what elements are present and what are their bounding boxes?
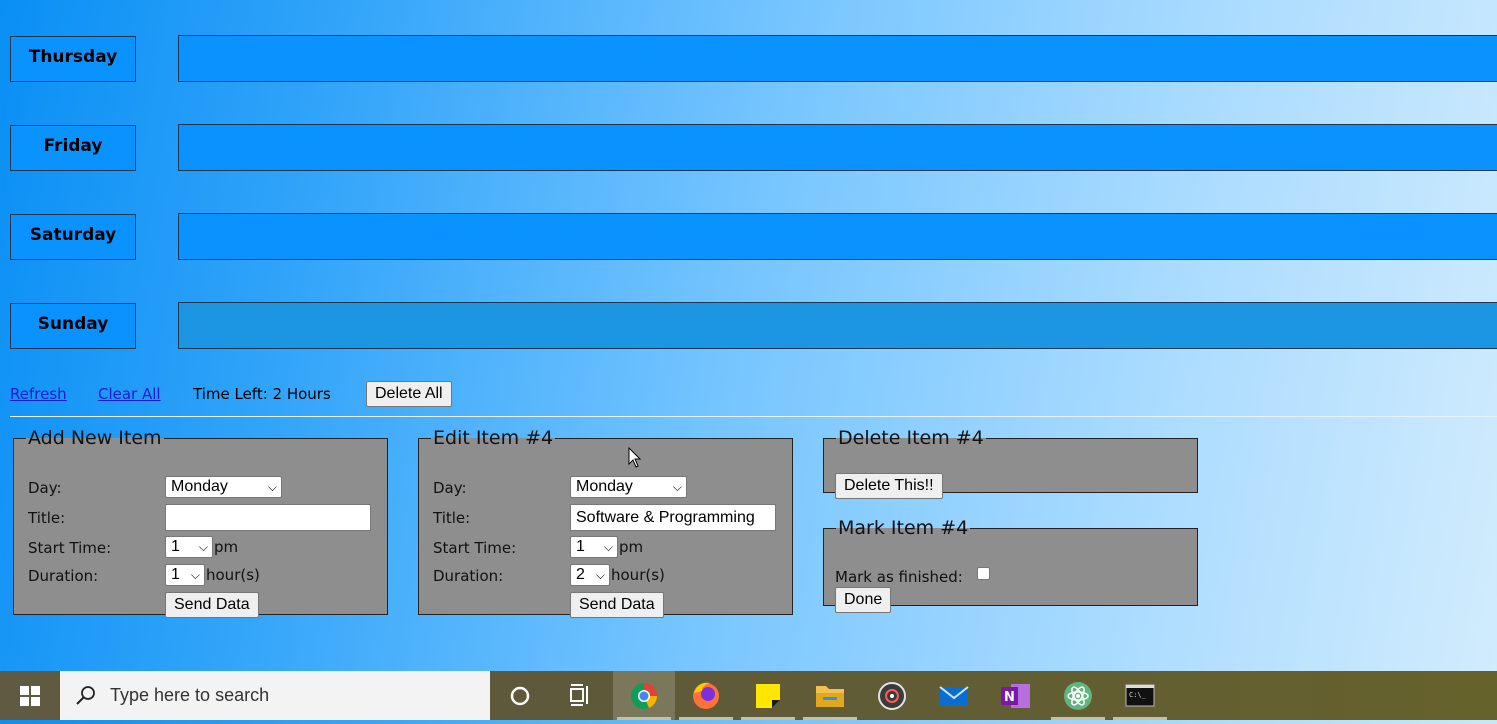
onenote-icon: N [1001, 684, 1030, 708]
delete-this-button[interactable]: Delete This!! [835, 473, 943, 499]
atom-button[interactable] [1047, 671, 1109, 720]
groove-music-button[interactable] [861, 671, 923, 720]
edit-day-label: Day: [433, 479, 467, 497]
search-icon [76, 686, 95, 705]
onenote-button[interactable]: N [985, 671, 1047, 720]
add-duration-select[interactable]: 1 ⌵ [165, 564, 205, 586]
add-start-value: 1 [171, 538, 180, 555]
atom-icon [1064, 682, 1092, 710]
add-title-label: Title: [28, 509, 66, 527]
chevron-down-icon: ⌵ [198, 540, 208, 554]
edit-duration-select[interactable]: 2 ⌵ [570, 564, 610, 586]
add-start-unit: pm [214, 538, 239, 556]
edit-day-select[interactable]: Monday ⌵ [570, 476, 687, 498]
add-day-label: Day: [28, 479, 62, 497]
delete-item-legend: Delete Item #4 [838, 427, 984, 449]
mark-finished-checkbox[interactable] [977, 567, 990, 580]
add-day-select[interactable]: Monday ⌵ [165, 476, 282, 498]
add-duration-label: Duration: [28, 567, 99, 585]
firefox-icon [693, 682, 719, 709]
edit-start-value: 1 [576, 538, 585, 555]
day-bar-sunday[interactable] [178, 302, 1497, 349]
day-bar-friday[interactable] [178, 124, 1497, 171]
sticky-notes-icon [756, 684, 780, 708]
delete-all-button[interactable]: Delete All [366, 381, 452, 407]
day-bar-thursday[interactable] [178, 35, 1497, 82]
time-left-text: Time Left: 2 Hours [193, 385, 331, 403]
day-label-sunday: Sunday [10, 303, 136, 349]
chevron-down-icon: ⌵ [595, 568, 605, 582]
cortana-button[interactable] [490, 671, 552, 720]
mail-icon [939, 686, 969, 706]
edit-start-label: Start Time: [433, 539, 517, 557]
mark-item-legend: Mark Item #4 [838, 517, 969, 539]
chevron-down-icon: ⌵ [603, 540, 613, 554]
add-item-panel: Add New Item Day: Monday ⌵ Title: Start … [13, 427, 388, 618]
add-duration-unit: hour(s) [206, 566, 260, 584]
taskbar-search-box[interactable]: Type here to search [60, 671, 490, 720]
task-view-icon [570, 684, 588, 706]
divider [10, 416, 1497, 417]
edit-item-panel: Edit Item #4 Day: Monday ⌵ Title: Softwa… [418, 427, 793, 618]
edit-start-select[interactable]: 1 ⌵ [570, 536, 618, 558]
edit-title-input[interactable]: Software & Programming [570, 504, 776, 531]
mark-item-panel: Mark Item #4 Mark as finished: Done [823, 517, 1198, 613]
edit-duration-label: Duration: [433, 567, 504, 585]
day-bar-saturday[interactable] [178, 213, 1497, 260]
add-title-input[interactable] [165, 504, 371, 531]
cortana-icon [510, 686, 530, 706]
task-view-button[interactable] [550, 671, 612, 720]
add-day-value: Monday [171, 478, 228, 495]
chrome-button[interactable] [613, 671, 675, 720]
clear-all-link[interactable]: Clear All [98, 385, 161, 403]
chevron-down-icon: ⌵ [267, 480, 277, 494]
edit-send-button[interactable]: Send Data [570, 592, 664, 618]
taskbar: Type here to search N C:\_ [0, 671, 1497, 720]
edit-title-label: Title: [433, 509, 471, 527]
firefox-button[interactable] [675, 671, 737, 720]
chrome-icon [630, 682, 657, 710]
start-button[interactable] [0, 671, 60, 720]
refresh-link[interactable]: Refresh [10, 385, 67, 403]
chevron-down-icon: ⌵ [672, 480, 682, 494]
add-start-label: Start Time: [28, 539, 112, 557]
svg-text:N: N [1004, 690, 1015, 705]
add-duration-value: 1 [171, 566, 180, 583]
day-label-friday: Friday [10, 125, 136, 171]
terminal-button[interactable]: C:\_ [1109, 671, 1171, 720]
add-send-button[interactable]: Send Data [165, 592, 259, 618]
done-button[interactable]: Done [835, 587, 892, 613]
edit-start-unit: pm [619, 538, 644, 556]
edit-duration-value: 2 [576, 566, 585, 583]
svg-text:C:\_: C:\_ [1129, 691, 1147, 699]
add-start-select[interactable]: 1 ⌵ [165, 536, 213, 558]
edit-duration-unit: hour(s) [611, 566, 665, 584]
groove-music-icon [878, 682, 906, 710]
day-label-saturday: Saturday [10, 214, 136, 260]
chevron-down-icon: ⌵ [190, 568, 200, 582]
mail-button[interactable] [923, 671, 985, 720]
edit-day-value: Monday [576, 478, 633, 495]
day-label-thursday: Thursday [10, 36, 136, 82]
edit-item-legend: Edit Item #4 [433, 427, 554, 449]
mark-finished-label: Mark as finished: [835, 568, 963, 586]
windows-icon [20, 686, 40, 706]
terminal-icon: C:\_ [1125, 684, 1155, 707]
add-item-legend: Add New Item [28, 427, 162, 449]
sticky-notes-button[interactable] [737, 671, 799, 720]
file-explorer-button[interactable] [799, 671, 861, 720]
mouse-cursor-icon [628, 447, 642, 468]
delete-item-panel: Delete Item #4 Delete This!! [823, 427, 1198, 499]
file-explorer-icon [816, 686, 844, 707]
search-placeholder: Type here to search [110, 685, 270, 705]
